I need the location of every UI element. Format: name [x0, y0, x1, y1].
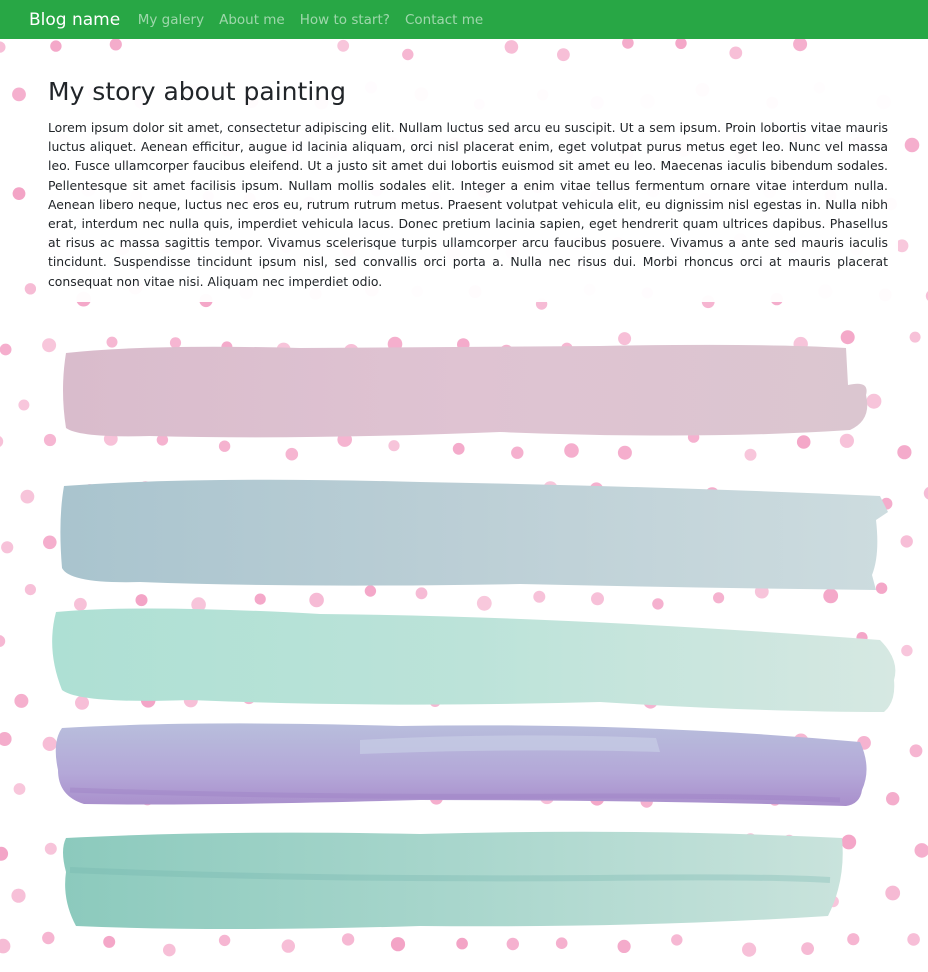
- pattern-dot: [1, 541, 14, 554]
- pattern-dot: [337, 39, 350, 52]
- pattern-dot: [12, 87, 26, 102]
- pattern-dot: [402, 48, 414, 61]
- pattern-dot: [900, 535, 913, 548]
- page-title: My story about painting: [48, 77, 346, 106]
- pattern-dot: [254, 593, 266, 605]
- pattern-dot: [823, 588, 839, 604]
- pattern-dot: [43, 433, 57, 447]
- pattern-dot: [564, 443, 579, 458]
- pattern-dot: [42, 338, 57, 353]
- pattern-dot: [840, 330, 855, 345]
- pattern-dot: [897, 445, 912, 460]
- pattern-dot: [886, 792, 900, 806]
- pattern-dot: [163, 943, 176, 957]
- pattern-dot: [135, 594, 148, 607]
- pattern-dot: [555, 937, 568, 949]
- pattern-dot: [169, 337, 182, 349]
- pattern-dot: [557, 48, 570, 62]
- pattern-dot: [13, 783, 26, 795]
- pattern-dot: [506, 937, 519, 951]
- pattern-dot: [801, 942, 814, 955]
- pattern-dot: [866, 393, 882, 409]
- pattern-dot: [20, 489, 35, 504]
- pattern-dot: [744, 448, 757, 461]
- nav-link-contact-me[interactable]: Contact me: [405, 12, 483, 28]
- pattern-dot: [617, 445, 632, 460]
- pattern-dot: [43, 535, 57, 550]
- pattern-dot: [12, 187, 26, 201]
- navbar: Blog name My galery About me How to star…: [0, 0, 928, 39]
- pattern-dot: [847, 933, 860, 946]
- pattern-dot: [0, 343, 12, 356]
- pattern-dot: [0, 938, 11, 954]
- pattern-dot: [218, 934, 231, 947]
- pattern-dot: [671, 934, 683, 946]
- pattern-dot: [909, 331, 921, 343]
- pattern-dot: [75, 695, 89, 710]
- nav-link-how-to-start[interactable]: How to start?: [300, 12, 390, 28]
- story-text: Lorem ipsum dolor sit amet, consectetur …: [48, 120, 888, 289]
- pattern-dot: [511, 446, 524, 459]
- pattern-dot: [452, 442, 465, 455]
- main-content: My story about painting Lorem ipsum dolo…: [48, 75, 888, 291]
- pattern-dot: [793, 37, 808, 52]
- brand-link[interactable]: Blog name: [29, 10, 120, 30]
- pattern-dot: [796, 435, 811, 449]
- pattern-dot: [885, 885, 901, 901]
- pattern-dot: [109, 38, 122, 51]
- pattern-dot: [103, 935, 116, 948]
- pattern-dot: [504, 40, 519, 54]
- pattern-dot: [0, 436, 4, 447]
- brush-stroke-pink: [63, 344, 868, 438]
- brush-stroke-blue: [60, 479, 888, 590]
- pattern-dot: [914, 843, 928, 858]
- pattern-dot: [44, 842, 57, 855]
- pattern-dot: [907, 933, 920, 946]
- pattern-dot: [11, 888, 26, 903]
- pattern-dot: [281, 939, 295, 953]
- pattern-dot: [50, 40, 62, 52]
- pattern-dot: [652, 598, 664, 610]
- brush-stroke-mint: [52, 608, 896, 712]
- pattern-dot: [618, 332, 632, 346]
- pattern-dot: [841, 834, 857, 850]
- pattern-dot: [24, 584, 36, 596]
- pattern-dot: [364, 585, 377, 597]
- pattern-dot: [415, 587, 428, 600]
- pattern-dot: [106, 336, 118, 348]
- pattern-dot: [875, 582, 888, 594]
- pattern-dot: [14, 693, 29, 708]
- pattern-dot: [591, 592, 604, 606]
- pattern-dot: [42, 931, 55, 945]
- pattern-dot: [617, 939, 631, 954]
- pattern-dot: [0, 635, 6, 648]
- pattern-dot: [285, 447, 299, 461]
- pattern-dot: [0, 732, 12, 746]
- pattern-dot: [42, 736, 57, 752]
- pattern-dot: [456, 937, 468, 950]
- pattern-dot: [909, 744, 923, 758]
- pattern-dot: [0, 846, 9, 861]
- nav-link-about-me[interactable]: About me: [219, 12, 285, 28]
- pattern-dot: [923, 486, 928, 500]
- pattern-dot: [0, 41, 6, 53]
- pattern-dot: [18, 399, 30, 411]
- nav-link-galery[interactable]: My galery: [138, 12, 204, 28]
- pattern-dot: [901, 644, 913, 657]
- pattern-dot: [675, 37, 687, 49]
- pattern-dot: [729, 46, 743, 60]
- pattern-dot: [388, 440, 400, 452]
- pattern-dot: [839, 433, 855, 448]
- pattern-dot: [341, 933, 355, 946]
- pattern-dot: [390, 937, 406, 952]
- pattern-dot: [533, 590, 546, 603]
- pattern-dot: [309, 592, 324, 608]
- pattern-dot: [24, 283, 37, 295]
- pattern-dot: [476, 595, 492, 611]
- pattern-dot: [904, 137, 920, 153]
- pattern-dot: [713, 592, 725, 604]
- pattern-dot: [742, 942, 757, 957]
- pattern-dot: [218, 440, 231, 452]
- pattern-dot: [74, 597, 87, 611]
